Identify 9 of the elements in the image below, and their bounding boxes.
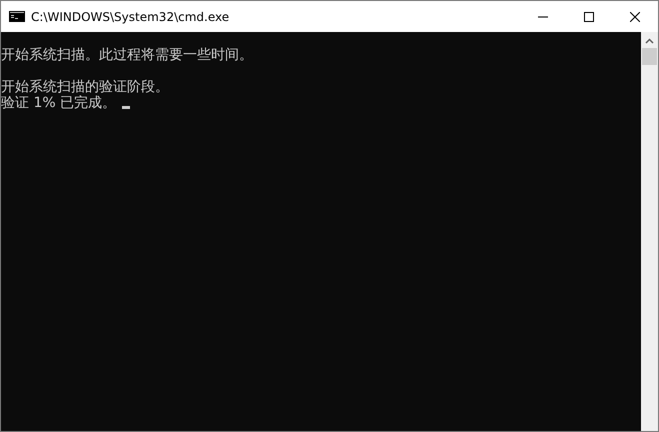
scroll-up-icon[interactable] [645, 38, 654, 44]
console-line: 开始系统扫描的验证阶段。 [1, 79, 169, 95]
close-icon [630, 12, 640, 22]
window-title: C:\WINDOWS\System32\cmd.exe [31, 8, 230, 26]
maximize-icon [584, 12, 594, 22]
scrollbar-thumb[interactable] [642, 48, 657, 65]
terminal-icon [9, 11, 25, 22]
console-line: 开始系统扫描。此过程将需要一些时间。 [1, 47, 253, 63]
console-line: 验证 1% 已完成。 [1, 95, 116, 111]
